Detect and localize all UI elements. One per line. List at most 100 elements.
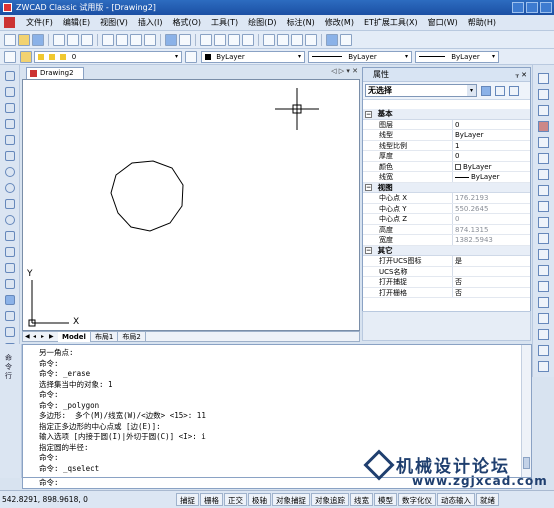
scale-icon[interactable] [538,185,549,196]
menu-window[interactable]: 窗口(W) [423,17,463,28]
stretch-icon[interactable] [538,201,549,212]
menu-insert[interactable]: 插入(I) [133,17,168,28]
move-icon[interactable] [538,153,549,164]
paste-icon[interactable] [130,33,142,46]
circle-icon[interactable] [5,167,15,177]
property-row-height[interactable]: 高度 874.1315 [363,224,530,235]
ellipse-icon[interactable] [5,215,15,225]
property-row-snap-on[interactable]: 打开捕捉 否 [363,277,530,288]
coordinate-readout[interactable]: 542.8291, 898.9618, 0 [0,495,176,504]
close-button[interactable] [540,2,552,13]
copy-icon[interactable] [116,33,128,46]
extend-icon[interactable] [538,233,549,244]
design-center-icon[interactable] [277,33,289,46]
collapse-icon[interactable]: − [365,184,372,191]
new-file-icon[interactable] [4,33,16,46]
minimize-button[interactable] [512,2,524,13]
layer-manager-icon[interactable] [4,50,16,63]
menu-et-tools[interactable]: ET扩展工具(X) [359,17,423,28]
tab-model[interactable]: Model [58,331,91,342]
zoom-realtime-icon[interactable] [214,33,226,46]
tab-layout1[interactable]: 布局1 [91,331,119,342]
status-tablet[interactable]: 数字化仪 [398,493,436,506]
selection-dropdown[interactable]: 无选择 ▾ [365,84,477,97]
collapse-icon[interactable]: − [365,247,372,254]
redo-icon[interactable] [179,33,191,46]
layer-state-icon[interactable] [20,50,32,63]
maximize-button[interactable] [526,2,538,13]
cut-icon[interactable] [102,33,114,46]
align-icon[interactable] [538,345,549,356]
explode-icon[interactable] [538,313,549,324]
mirror-icon[interactable] [538,105,549,116]
property-row-width[interactable]: 宽度 1382.5943 [363,235,530,246]
menu-dimension[interactable]: 标注(N) [282,17,320,28]
chamfer-icon[interactable] [538,281,549,292]
hendecagon-shape[interactable] [110,160,184,232]
status-snap[interactable]: 捕捉 [176,493,199,506]
zoom-window-icon[interactable] [228,33,240,46]
close-properties-icon[interactable]: ✕ [521,71,527,79]
property-row-ucs-icon-on[interactable]: 打开UCS图标 是 [363,256,530,267]
property-row-thickness[interactable]: 厚度 0 [363,151,530,162]
fillet-icon[interactable] [538,297,549,308]
break-icon[interactable] [538,249,549,260]
tab-list-icon[interactable]: ▾ [346,67,350,75]
linetype-dropdown[interactable]: ByLayer ▾ [308,50,412,63]
property-row-linetype-scale[interactable]: 线型比例 1 [363,140,530,151]
property-row-center-z[interactable]: 中心点 Z 0 [363,214,530,225]
hatch-icon[interactable] [5,295,15,305]
rectangle-icon[interactable] [5,135,15,145]
property-row-layer[interactable]: 图层 0 [363,119,530,130]
property-row-center-x[interactable]: 中心点 X 176.2193 [363,193,530,204]
lengthen-icon[interactable] [538,329,549,340]
color-dropdown[interactable]: ByLayer ▾ [201,50,305,63]
sheet-set-icon[interactable] [305,33,317,46]
quick-select-icon[interactable] [509,85,519,96]
status-grid[interactable]: 栅格 [200,493,223,506]
toggle-pickadd-icon[interactable] [481,85,491,96]
status-dynamic-input[interactable]: 动态输入 [437,493,475,506]
make-block-icon[interactable] [5,263,15,273]
select-objects-icon[interactable] [495,85,505,96]
match-properties-icon[interactable] [144,33,156,46]
polygon-icon[interactable] [5,119,15,129]
pan-icon[interactable] [200,33,212,46]
layer-dropdown[interactable]: 0 ▾ [34,50,182,63]
point-icon[interactable] [5,279,15,289]
category-general[interactable]: − 基本 [363,109,530,120]
property-row-ucs-name[interactable]: UCS名称 [363,266,530,277]
close-document-icon[interactable]: ✕ [352,67,358,75]
properties-icon[interactable] [263,33,275,46]
table-icon[interactable] [5,327,15,337]
category-view[interactable]: − 视图 [363,182,530,193]
status-model[interactable]: 模型 [374,493,397,506]
menu-draw[interactable]: 绘图(D) [243,17,281,28]
print-icon[interactable] [53,33,65,46]
polyline-icon[interactable] [5,103,15,113]
line-icon[interactable] [5,71,15,81]
status-polar[interactable]: 极轴 [248,493,271,506]
make-current-layer-icon[interactable] [185,50,197,63]
erase-icon[interactable] [538,73,549,84]
status-ortho[interactable]: 正交 [224,493,247,506]
document-tab-drawing2[interactable]: Drawing2 [26,67,84,79]
donut-icon[interactable] [5,183,15,193]
property-row-linetype[interactable]: 线型 ByLayer [363,130,530,141]
menu-file[interactable]: 文件(F) [21,17,58,28]
tab-layout2[interactable]: 布局2 [118,331,146,342]
spline-icon[interactable] [5,199,15,209]
tool-palettes-icon[interactable] [291,33,303,46]
arc-icon[interactable] [5,151,15,161]
menu-edit[interactable]: 编辑(E) [58,17,95,28]
copy-object-icon[interactable] [538,89,549,100]
drawing-canvas[interactable]: X Y [22,79,360,331]
tab-scroll-right-icon[interactable]: ▷ [339,67,344,75]
ray-icon[interactable] [5,87,15,97]
first-tab-icon[interactable]: ◀ [25,333,31,340]
collapse-icon[interactable]: − [365,110,372,118]
category-misc[interactable]: − 其它 [363,245,530,256]
zoom-previous-icon[interactable] [242,33,254,46]
undo-icon[interactable] [165,33,177,46]
tab-scroll-left-icon[interactable]: ◁ [331,67,336,75]
